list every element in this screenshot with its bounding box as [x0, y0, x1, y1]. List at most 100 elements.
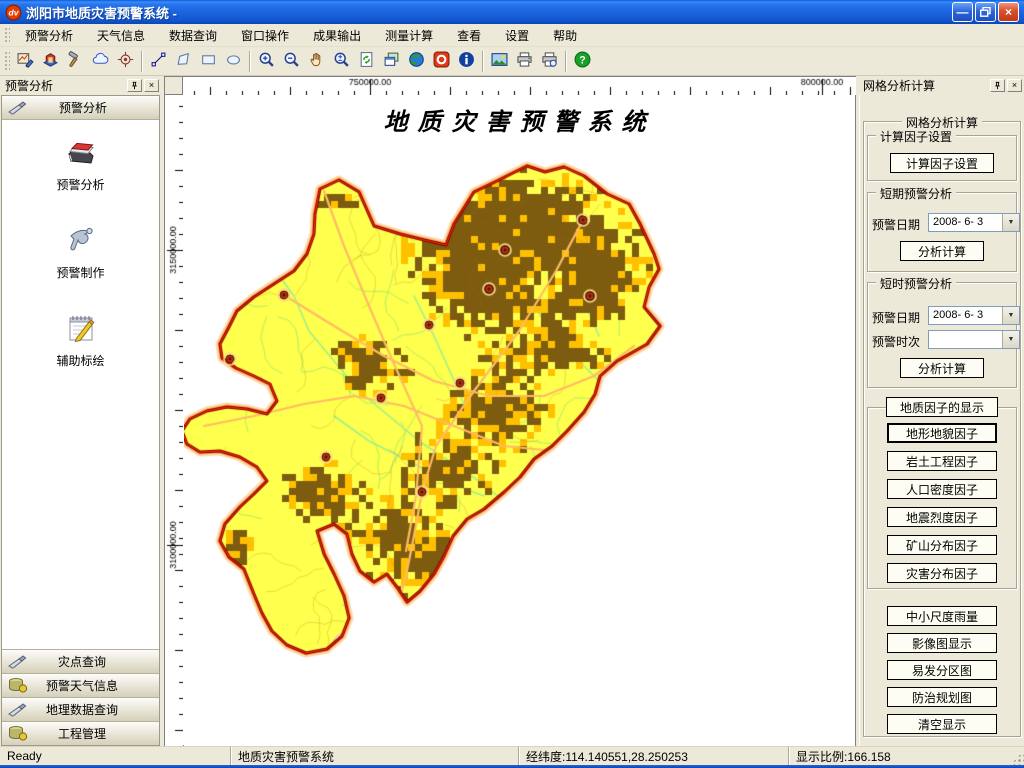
left-panel-item-label: 辅助标绘 [56, 352, 104, 369]
ruler-left [165, 95, 183, 745]
menu-item-5[interactable]: 测量计算 [373, 24, 445, 47]
resize-grip[interactable] [1010, 751, 1024, 765]
extra-button-0[interactable]: 中小尺度雨量 [887, 606, 997, 626]
zoom-in-icon [258, 51, 275, 71]
toolbar-button-refresh-page-icon[interactable] [354, 49, 379, 73]
info-icon [458, 51, 475, 71]
toolbar-button-rectangle-tool-icon[interactable] [196, 49, 221, 73]
left-panel-bar-3[interactable]: 工程管理 [2, 721, 159, 745]
toolbar-separator [565, 51, 567, 72]
notepad-pencil-icon [63, 310, 99, 349]
toolbar-button-zoom-extent-icon[interactable] [329, 49, 354, 73]
nowcast-analyze-button[interactable]: 分析计算 [900, 358, 984, 378]
nowcast-time-label: 预警时次 [872, 333, 920, 350]
geofactor-button-2[interactable]: 人口密度因子 [887, 479, 997, 499]
toolbar-button-zoom-out-icon[interactable] [279, 49, 304, 73]
geofactor-button-4[interactable]: 矿山分布因子 [887, 535, 997, 555]
toolbar-button-image-map-icon[interactable] [487, 49, 512, 73]
left-panel-bar-label: 工程管理 [31, 725, 159, 742]
nowcast-time-combobox[interactable]: ▼ [928, 330, 1020, 349]
factor-settings-button[interactable]: 计算因子设置 [890, 153, 994, 173]
extra-button-1[interactable]: 影像图显示 [887, 633, 997, 653]
left-panel-bar-2[interactable]: 地理数据查询 [2, 697, 159, 721]
menu-item-1[interactable]: 天气信息 [85, 24, 157, 47]
toolbar-button-map-edit-icon[interactable] [13, 49, 38, 73]
chevron-down-icon[interactable]: ▼ [1002, 307, 1019, 324]
geofactor-button-5[interactable]: 灾害分布因子 [887, 563, 997, 583]
menu-item-6[interactable]: 查看 [445, 24, 493, 47]
refresh-page-icon [358, 51, 375, 71]
extra-button-4[interactable]: 清空显示 [887, 714, 997, 734]
toolbar-button-cloud-icon[interactable] [88, 49, 113, 73]
geofactor-display-header-button[interactable]: 地质因子的显示 [886, 397, 998, 417]
chevron-down-icon[interactable]: ▼ [1002, 214, 1019, 231]
toolbar-button-help-icon[interactable]: ? [570, 49, 595, 73]
toolbar-button-line-tool-icon[interactable] [146, 49, 171, 73]
geofactor-button-3[interactable]: 地震烈度因子 [887, 507, 997, 527]
toolbar-button-zoom-in-icon[interactable] [254, 49, 279, 73]
extra-button-3[interactable]: 防治规划图 [887, 687, 997, 707]
geofactor-button-0[interactable]: 地形地貌因子 [887, 423, 997, 443]
nowcast-group-label: 短时预警分析 [876, 275, 956, 292]
minimize-button[interactable]: — [952, 2, 973, 22]
toolbar-button-globe-icon[interactable] [404, 49, 429, 73]
menu-item-7[interactable]: 设置 [493, 24, 541, 47]
short-term-date-value: 2008- 6- 3 [929, 214, 1002, 231]
geofactor-button-1[interactable]: 岩土工程因子 [887, 451, 997, 471]
toolbar-button-stop-record-icon[interactable] [429, 49, 454, 73]
line-tool-icon [150, 51, 167, 71]
make-tool-icon [63, 222, 99, 261]
menu-item-4[interactable]: 成果输出 [301, 24, 373, 47]
pin-icon[interactable] [990, 79, 1005, 92]
cloud-icon [92, 51, 109, 71]
image-map-icon [491, 51, 508, 71]
globe-icon [408, 51, 425, 71]
pan-hand-icon [308, 51, 325, 71]
left-panel-bar-0[interactable]: 灾点查询 [2, 649, 159, 673]
extra-button-2[interactable]: 易发分区图 [887, 660, 997, 680]
toolbar-button-polygon-tool-icon[interactable] [171, 49, 196, 73]
map-viewport: 地质灾害预警系统 [184, 96, 855, 745]
chevron-down-icon[interactable]: ▼ [1002, 331, 1019, 348]
menu-item-0[interactable]: 预警分析 [13, 24, 85, 47]
close-icon[interactable]: × [144, 79, 159, 92]
close-icon[interactable]: × [1007, 79, 1022, 92]
left-panel-bottom-bars: 灾点查询预警天气信息地理数据查询工程管理 [2, 649, 159, 745]
toolbar-button-flood-fill-icon[interactable] [38, 49, 63, 73]
toolbar-button-pan-hand-icon[interactable] [304, 49, 329, 73]
toolbar-button-copy-window-icon[interactable] [379, 49, 404, 73]
nowcast-date-combobox[interactable]: 2008- 6- 3 ▼ [928, 306, 1020, 325]
left-panel-item-1[interactable]: 预警制作 [2, 222, 159, 281]
left-panel-titlebar: 预警分析 × [0, 76, 161, 95]
right-panel: 网格分析计算 × 网格分析计算 计算因子设置 计算因子设置 短期预警分析 预警日… [858, 76, 1024, 746]
app-window: dv 浏阳市地质灾害预警系统 - — × 预警分析天气信息数据查询窗口操作成果输… [0, 0, 1024, 768]
restore-button[interactable] [975, 2, 996, 22]
brush-stamp-icon [7, 99, 29, 116]
stop-record-icon [433, 51, 450, 71]
toolbar-button-hammer-icon[interactable] [63, 49, 88, 73]
pin-icon[interactable] [127, 79, 142, 92]
toolbar-button-ellipse-tool-icon[interactable] [221, 49, 246, 73]
map-canvas[interactable] [184, 96, 855, 746]
copy-window-icon [383, 51, 400, 71]
menu-item-3[interactable]: 窗口操作 [229, 24, 301, 47]
close-button[interactable]: × [998, 2, 1019, 22]
toolbar-button-print-icon[interactable] [512, 49, 537, 73]
left-panel-header[interactable]: 预警分析 [2, 96, 159, 120]
status-ready: Ready [0, 747, 230, 765]
toolbar-button-crosshair-icon[interactable] [113, 49, 138, 73]
menu-item-2[interactable]: 数据查询 [157, 24, 229, 47]
short-term-date-combobox[interactable]: 2008- 6- 3 ▼ [928, 213, 1020, 232]
nowcast-date-label: 预警日期 [872, 309, 920, 326]
toolbar-separator [249, 51, 251, 72]
short-term-analyze-button[interactable]: 分析计算 [900, 241, 984, 261]
menu-item-8[interactable]: 帮助 [541, 24, 589, 47]
left-panel-item-0[interactable]: 预警分析 [2, 134, 159, 193]
brush-stamp-icon [7, 701, 29, 718]
toolbar-button-info-icon[interactable] [454, 49, 479, 73]
left-panel-header-label: 预警分析 [31, 99, 159, 116]
flood-fill-icon [42, 51, 59, 71]
left-panel-bar-1[interactable]: 预警天气信息 [2, 673, 159, 697]
toolbar-button-print-preview-icon[interactable] [537, 49, 562, 73]
left-panel-item-2[interactable]: 辅助标绘 [2, 310, 159, 369]
